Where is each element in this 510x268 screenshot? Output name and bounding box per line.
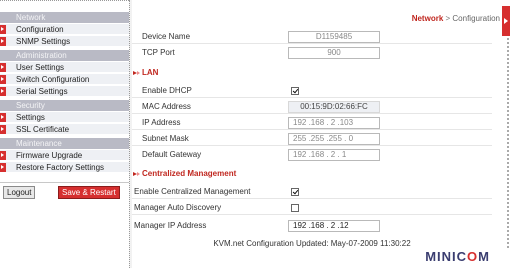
bullet-icon	[0, 125, 6, 134]
minicom-logo: MINICOM	[425, 249, 490, 264]
default-gateway-row: Default Gateway 192 .168 . 2 . 1	[132, 148, 492, 162]
save-restart-button[interactable]: Save & Restart	[58, 186, 120, 199]
sidebar-item-label: Firmware Upgrade	[16, 151, 83, 160]
default-gateway-input[interactable]: 192 .168 . 2 . 1	[288, 149, 380, 161]
manager-discovery-checkbox[interactable]	[291, 204, 299, 212]
tcp-port-label: TCP Port	[142, 48, 175, 57]
bullet-icon	[0, 75, 6, 84]
sidebar-item-label: Serial Settings	[16, 87, 68, 96]
enable-central-row: Enable Centralized Management	[132, 185, 492, 199]
bullet-icon	[0, 87, 6, 96]
enable-central-checkbox[interactable]	[291, 188, 299, 196]
logo-suffix: M	[478, 249, 490, 264]
mac-address-value: 00:15:9D:02:66:FC	[288, 101, 380, 113]
sidebar-item-label: User Settings	[16, 63, 65, 72]
default-gateway-label: Default Gateway	[142, 150, 202, 159]
sidebar-section-administration: Administration	[0, 50, 129, 61]
sidebar-item-ssl-certificate[interactable]: SSL Certificate	[0, 124, 129, 135]
device-name-row: Device Name D1159485	[132, 30, 492, 44]
breadcrumb-section[interactable]: Network	[412, 14, 444, 23]
row-separator	[132, 43, 492, 44]
sidebar-item-serial-settings[interactable]: Serial Settings	[0, 86, 129, 97]
sidebar-item-label: Settings	[16, 113, 45, 122]
enable-dhcp-checkbox[interactable]	[291, 87, 299, 95]
enable-dhcp-row: Enable DHCP	[132, 84, 492, 98]
ip-address-input[interactable]: 192 .168 . 2 .103	[288, 117, 380, 129]
row-separator	[132, 198, 492, 199]
sidebar-item-restore-factory-settings[interactable]: Restore Factory Settings	[0, 162, 129, 173]
manager-ip-label: Manager IP Address	[134, 221, 207, 230]
sidebar-item-label: Switch Configuration	[16, 75, 90, 84]
bullet-icon	[0, 25, 6, 34]
ip-address-label: IP Address	[142, 118, 181, 127]
mac-address-row: MAC Address 00:15:9D:02:66:FC	[132, 100, 492, 114]
row-separator	[132, 214, 492, 215]
bullet-icon	[0, 113, 6, 122]
enable-central-label: Enable Centralized Management	[134, 187, 251, 196]
bullet-icon	[0, 151, 6, 160]
right-edge-dots	[505, 38, 509, 248]
status-message: KVM.net Configuration Updated: May-07-20…	[213, 239, 411, 248]
manager-discovery-row: Manager Auto Discovery	[132, 201, 492, 215]
subnet-mask-row: Subnet Mask 255 .255 .255 . 0	[132, 132, 492, 146]
sidebar-item-label: Restore Factory Settings	[16, 163, 105, 172]
bullet-icon	[0, 63, 6, 72]
enable-dhcp-label: Enable DHCP	[142, 86, 192, 95]
sidebar-item-label: SSL Certificate	[16, 125, 70, 134]
manager-ip-row: Manager IP Address 192 .168 . 2 .12	[132, 219, 492, 233]
sidebar: Network Configuration SNMP Settings Admi…	[0, 0, 129, 268]
sidebar-item-user-settings[interactable]: User Settings	[0, 62, 129, 73]
tcp-port-row: TCP Port 900	[132, 46, 492, 60]
logo-prefix: MINIC	[425, 249, 468, 264]
row-separator	[132, 97, 492, 98]
sidebar-item-label: SNMP Settings	[16, 37, 71, 46]
breadcrumb: Network > Configuration	[412, 14, 500, 23]
collapse-arrow-icon[interactable]	[502, 6, 510, 36]
subnet-mask-input[interactable]: 255 .255 .255 . 0	[288, 133, 380, 145]
central-group-header: Centralized Management	[132, 168, 492, 180]
logout-button[interactable]: Logout	[3, 186, 36, 199]
central-header-label: Centralized Management	[142, 169, 237, 178]
tcp-port-input[interactable]: 900	[288, 47, 380, 59]
expand-arrow-icon	[137, 172, 140, 176]
manager-ip-input[interactable]: 192 .168 . 2 .12	[288, 220, 380, 232]
sidebar-top-edge	[0, 0, 129, 12]
sidebar-buttons: Logout Save & Restart	[0, 182, 129, 199]
row-separator	[132, 145, 492, 146]
ip-address-row: IP Address 192 .168 . 2 .103	[132, 116, 492, 130]
sidebar-item-switch-configuration[interactable]: Switch Configuration	[0, 74, 129, 85]
manager-discovery-label: Manager Auto Discovery	[134, 203, 222, 212]
logo-o: O	[467, 249, 479, 264]
sidebar-item-firmware-upgrade[interactable]: Firmware Upgrade	[0, 150, 129, 161]
main-content: Network > Configuration Device Name D115…	[132, 0, 510, 268]
sidebar-item-label: Configuration	[16, 25, 64, 34]
bullet-icon	[0, 37, 6, 46]
lan-group-header: LAN	[132, 67, 492, 79]
device-name-label: Device Name	[142, 32, 191, 41]
device-name-input[interactable]: D1159485	[288, 31, 380, 43]
lan-header-label: LAN	[142, 68, 159, 77]
mac-address-label: MAC Address	[142, 102, 191, 111]
sidebar-section-security: Security	[0, 100, 129, 111]
sidebar-item-configuration[interactable]: Configuration	[0, 24, 129, 35]
breadcrumb-current: Configuration	[452, 14, 500, 23]
subnet-mask-label: Subnet Mask	[142, 134, 189, 143]
sidebar-section-network: Network	[0, 12, 129, 23]
row-separator	[132, 113, 492, 114]
sidebar-section-maintenance: Maintenance	[0, 138, 129, 149]
expand-arrow-icon	[137, 71, 140, 75]
breadcrumb-separator: >	[445, 14, 451, 23]
bullet-icon	[0, 163, 6, 172]
sidebar-item-snmp-settings[interactable]: SNMP Settings	[0, 36, 129, 47]
row-separator	[132, 129, 492, 130]
sidebar-item-security-settings[interactable]: Settings	[0, 112, 129, 123]
